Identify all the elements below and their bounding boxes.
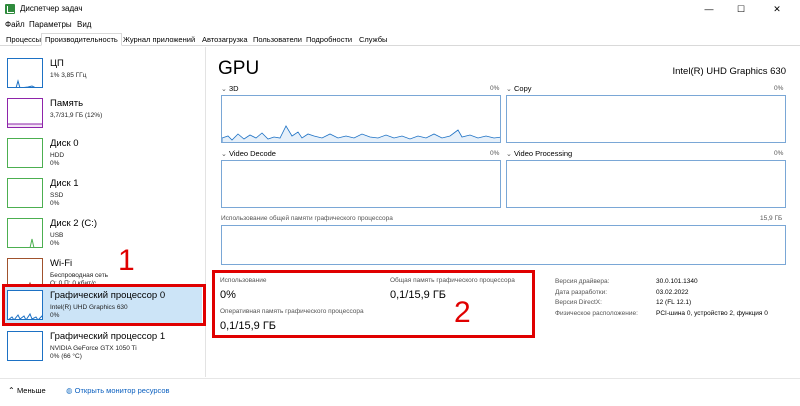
minimize-button[interactable]: — [696, 0, 722, 18]
driver-version-key: Версия драйвера: [555, 278, 610, 285]
directx-version-value: 12 (FL 12.1) [656, 299, 692, 306]
menu-options[interactable]: Параметры [29, 20, 72, 29]
menu-bar: Файл Параметры Вид [0, 18, 800, 32]
tab-app-history[interactable]: Журнал приложений [119, 33, 199, 46]
sidebar-item-sub2: 0% [50, 240, 60, 247]
engine-label: Copy [514, 84, 532, 93]
close-button[interactable]: ✕ [764, 0, 790, 18]
engine-3d-header[interactable]: ⌄ 3D [221, 84, 239, 93]
shared-memory-graph-max: 15,9 ГБ [760, 215, 783, 222]
engine-label: Video Decode [229, 149, 276, 158]
engine-3d-graph [221, 95, 501, 143]
sidebar-item-sub2: 0% [50, 200, 60, 207]
sidebar-item-sub1: USB [50, 232, 64, 239]
footer-bar: ⌃ Меньше ◍ Открыть монитор ресурсов [0, 378, 800, 406]
engine-video-processing-header[interactable]: ⌄ Video Processing [506, 149, 572, 158]
chevron-down-icon: ⌄ [221, 151, 227, 158]
tab-services[interactable]: Службы [355, 33, 391, 46]
driver-version-value: 30.0.101.1340 [656, 278, 698, 285]
engine-video-decode-header[interactable]: ⌄ Video Decode [221, 149, 276, 158]
sidebar-item-title: ЦП [50, 58, 64, 69]
gpu1-thumbnail-graph [7, 331, 43, 361]
engine-video-processing-pct: 0% [774, 150, 784, 157]
sidebar-item-cpu[interactable]: ЦП 1% 3,85 ГГц [4, 55, 202, 93]
disk1-thumbnail-graph [7, 178, 43, 208]
sidebar-item-sub1: Беспроводная сеть [50, 272, 109, 279]
engine-copy-pct: 0% [774, 85, 784, 92]
menu-view[interactable]: Вид [77, 20, 91, 29]
sidebar-item-title: Диск 0 [50, 138, 79, 149]
chevron-down-icon: ⌄ [506, 151, 512, 158]
annotation-box-1 [2, 284, 206, 326]
directx-version-key: Версия DirectX: [555, 299, 602, 306]
sidebar-item-memory[interactable]: Память 3,7/31,9 ГБ (12%) [4, 95, 202, 133]
tab-details[interactable]: Подробности [302, 33, 356, 46]
tab-processes[interactable]: Процессы [2, 33, 45, 46]
sidebar-item-sub1: SSD [50, 192, 64, 199]
sidebar-item-title: Диск 2 (C:) [50, 218, 98, 229]
menu-file[interactable]: Файл [5, 20, 25, 29]
physical-location-value: PCI-шина 0, устройство 2, функция 0 [656, 310, 768, 317]
annotation-number-1: 1 [118, 244, 135, 277]
chevron-up-icon: ⌃ [8, 386, 17, 395]
sidebar-item-sub2: 0% [50, 160, 60, 167]
sidebar-item-sub1: NVIDIA GeForce GTX 1050 Ti [50, 345, 137, 352]
sidebar-item-sub1: HDD [50, 152, 65, 159]
fewer-details-button[interactable]: ⌃ Меньше [8, 386, 46, 395]
resource-monitor-label: Открыть монитор ресурсов [74, 386, 170, 395]
window-title: Диспетчер задач [20, 4, 83, 13]
physical-location-key: Физическое расположение: [555, 310, 638, 317]
chevron-down-icon: ⌄ [221, 86, 227, 93]
sidebar-item-disk0[interactable]: Диск 0 HDD 0% [4, 135, 202, 173]
engine-video-decode-pct: 0% [490, 150, 500, 157]
tab-users[interactable]: Пользователи [249, 33, 306, 46]
disk0-thumbnail-graph [7, 138, 43, 168]
sidebar-item-title: Wi-Fi [50, 258, 73, 269]
gpu-model-name: Intel(R) UHD Graphics 630 [672, 66, 786, 77]
engine-3d-pct: 0% [490, 85, 500, 92]
engine-video-processing-graph [506, 160, 786, 208]
performance-sidebar: ЦП 1% 3,85 ГГц Память 3,7/31,9 ГБ (12%) … [0, 47, 206, 377]
shared-memory-graph [221, 225, 786, 265]
resource-monitor-icon: ◍ [66, 386, 75, 395]
shared-memory-graph-label: Использование общей памяти графического … [221, 215, 393, 222]
tab-bar: Процессы Производительность Журнал прило… [0, 32, 800, 46]
resource-monitor-link[interactable]: ◍ Открыть монитор ресурсов [66, 386, 170, 395]
sidebar-item-disk2[interactable]: Диск 2 (C:) USB 0% [4, 215, 202, 253]
cpu-thumbnail-graph [7, 58, 43, 88]
fewer-details-label: Меньше [16, 386, 46, 395]
sidebar-item-title: Память [50, 98, 84, 109]
sidebar-item-sub1: 1% 3,85 ГГц [50, 72, 87, 79]
sidebar-item-title: Графический процессор 1 [50, 331, 166, 342]
sidebar-item-gpu1[interactable]: Графический процессор 1 NVIDIA GeForce G… [4, 328, 202, 366]
driver-date-value: 03.02.2022 [656, 289, 689, 296]
memory-thumbnail-graph [7, 98, 43, 128]
maximize-button[interactable]: ☐ [728, 0, 754, 18]
title-bar: Диспетчер задач — ☐ ✕ [0, 0, 800, 18]
tab-startup[interactable]: Автозагрузка [198, 33, 252, 46]
tab-performance[interactable]: Производительность [41, 33, 122, 46]
annotation-number-2: 2 [454, 296, 471, 329]
engine-copy-header[interactable]: ⌄ Copy [506, 84, 532, 93]
engine-label: Video Processing [514, 149, 573, 158]
sidebar-item-disk1[interactable]: Диск 1 SSD 0% [4, 175, 202, 213]
sidebar-item-title: Диск 1 [50, 178, 79, 189]
sidebar-item-sub1: 3,7/31,9 ГБ (12%) [50, 112, 103, 119]
engine-copy-graph [506, 95, 786, 143]
task-manager-icon [5, 4, 15, 14]
engine-label: 3D [229, 84, 239, 93]
sidebar-item-sub2: 0% (66 °C) [50, 353, 82, 360]
engine-video-decode-graph [221, 160, 501, 208]
page-title: GPU [218, 58, 260, 79]
annotation-box-2 [212, 270, 535, 338]
chevron-down-icon: ⌄ [506, 86, 512, 93]
disk2-thumbnail-graph [7, 218, 43, 248]
driver-date-key: Дата разработки: [555, 289, 608, 296]
